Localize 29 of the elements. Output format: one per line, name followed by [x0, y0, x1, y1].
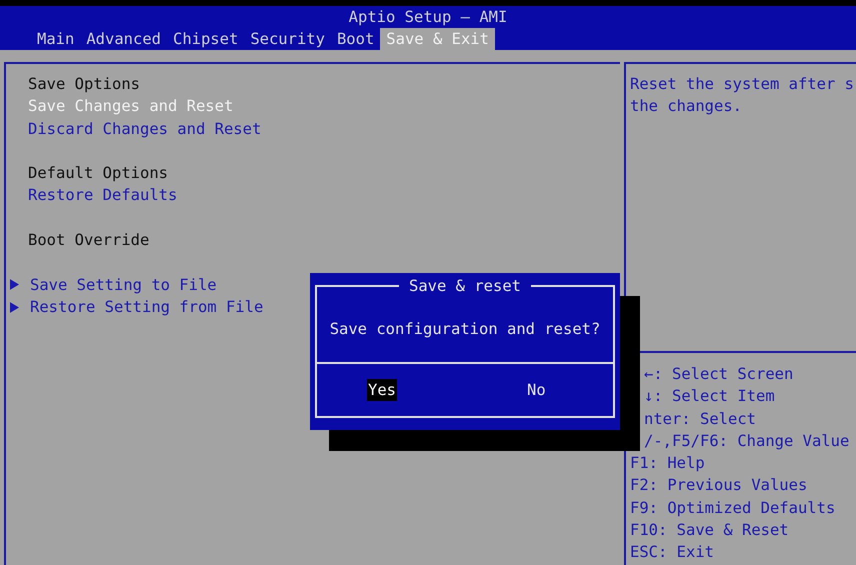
key-hint: F10: Save & Reset — [630, 520, 789, 542]
key-hint: F1: Help — [630, 453, 705, 474]
submenu-item[interactable]: Restore Setting from File — [30, 296, 264, 318]
key-hint: ESC: Exit — [630, 542, 714, 564]
menu-tab[interactable]: Boot — [330, 28, 380, 50]
menu-tab[interactable]: Advanced — [80, 28, 167, 50]
triangle-icon — [10, 279, 19, 290]
key-hint: nter: Select — [643, 408, 756, 430]
triangle-icon — [10, 302, 19, 313]
key-hint: ←: Select Screen — [643, 364, 794, 385]
section-heading: Save Options — [28, 74, 141, 95]
menu-tab[interactable]: Chipset — [166, 28, 244, 50]
key-hint: F2: Previous Values — [630, 475, 808, 496]
section-heading: Boot Override — [28, 230, 150, 252]
menu-tab[interactable]: Main — [31, 28, 80, 50]
submenu-item[interactable]: Save Setting to File — [30, 274, 217, 296]
help-text: the changes. — [630, 96, 743, 118]
key-hint: ↓: Select Item — [643, 386, 775, 408]
menu-item[interactable]: Discard Changes and Reset — [28, 118, 620, 140]
menu-tab[interactable]: Security — [244, 28, 331, 50]
key-hint: F9: Optimized Defaults — [630, 498, 836, 519]
key-hint: /-,F5/F6: Change Value — [643, 430, 850, 452]
dialog-button[interactable]: Yes — [367, 379, 397, 401]
window-title: Aptio Setup – AMI — [348, 7, 508, 28]
dialog-button[interactable]: No — [526, 379, 547, 401]
menu-item[interactable]: Restore Defaults — [28, 184, 620, 207]
help-text: Reset the system after s — [630, 74, 855, 95]
dialog-message: Save configuration and reset? — [330, 319, 600, 340]
section-heading: Default Options — [28, 163, 169, 184]
